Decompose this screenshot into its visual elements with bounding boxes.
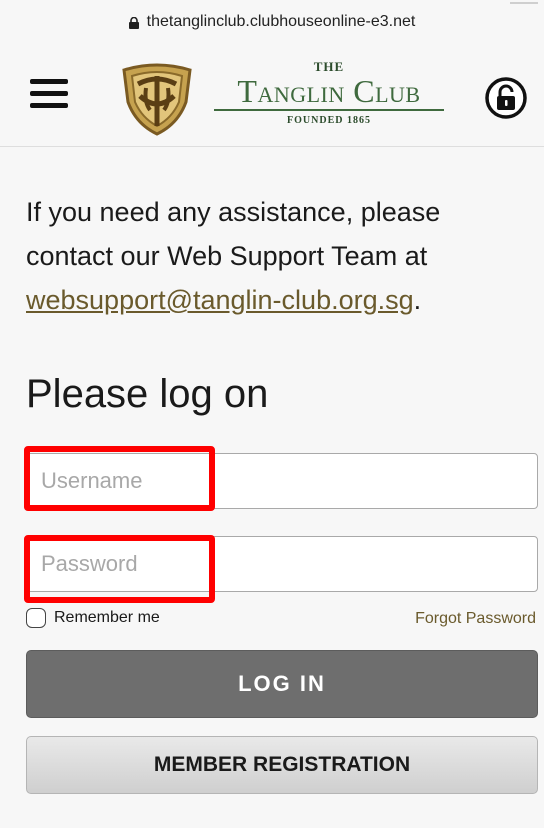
- assistance-info: If you need any assistance, please conta…: [26, 190, 526, 322]
- login-lock-icon[interactable]: [484, 76, 528, 120]
- remember-me-checkbox[interactable]: Remember me: [26, 608, 160, 628]
- support-email-link[interactable]: websupport@tanglin-club.org.sg: [26, 285, 414, 315]
- club-crest-icon: [122, 63, 192, 136]
- padlock-icon: [128, 17, 139, 29]
- logo-name: Tanglin Club: [237, 73, 421, 109]
- logo-rule: [214, 109, 444, 111]
- remember-me-label: Remember me: [54, 609, 160, 626]
- member-registration-button[interactable]: MEMBER REGISTRATION: [26, 736, 538, 794]
- assistance-suffix: .: [413, 285, 422, 315]
- tanglin-club-logo[interactable]: THE Tanglin Club FOUNDED 1865: [118, 58, 458, 142]
- login-button[interactable]: LOG IN: [26, 650, 538, 718]
- password-input[interactable]: [26, 536, 538, 592]
- assistance-text: If you need any assistance, please conta…: [26, 197, 441, 271]
- login-heading: Please log on: [26, 372, 269, 416]
- logo-founded: FOUNDED 1865: [287, 115, 371, 126]
- forgot-password-link[interactable]: Forgot Password: [415, 610, 536, 628]
- checkbox-icon[interactable]: [26, 608, 46, 628]
- urlbar-edge: [510, 2, 538, 4]
- site-header: THE Tanglin Club FOUNDED 1865: [0, 44, 544, 147]
- address-bar[interactable]: thetanglinclub.clubhouseonline-e3.net: [0, 0, 544, 44]
- hamburger-menu-icon[interactable]: [30, 79, 68, 109]
- logo-the: THE: [313, 59, 345, 74]
- username-input[interactable]: [26, 453, 538, 509]
- url-text: thetanglinclub.clubhouseonline-e3.net: [146, 13, 416, 30]
- logo-wordmark: THE Tanglin Club FOUNDED 1865: [204, 60, 454, 126]
